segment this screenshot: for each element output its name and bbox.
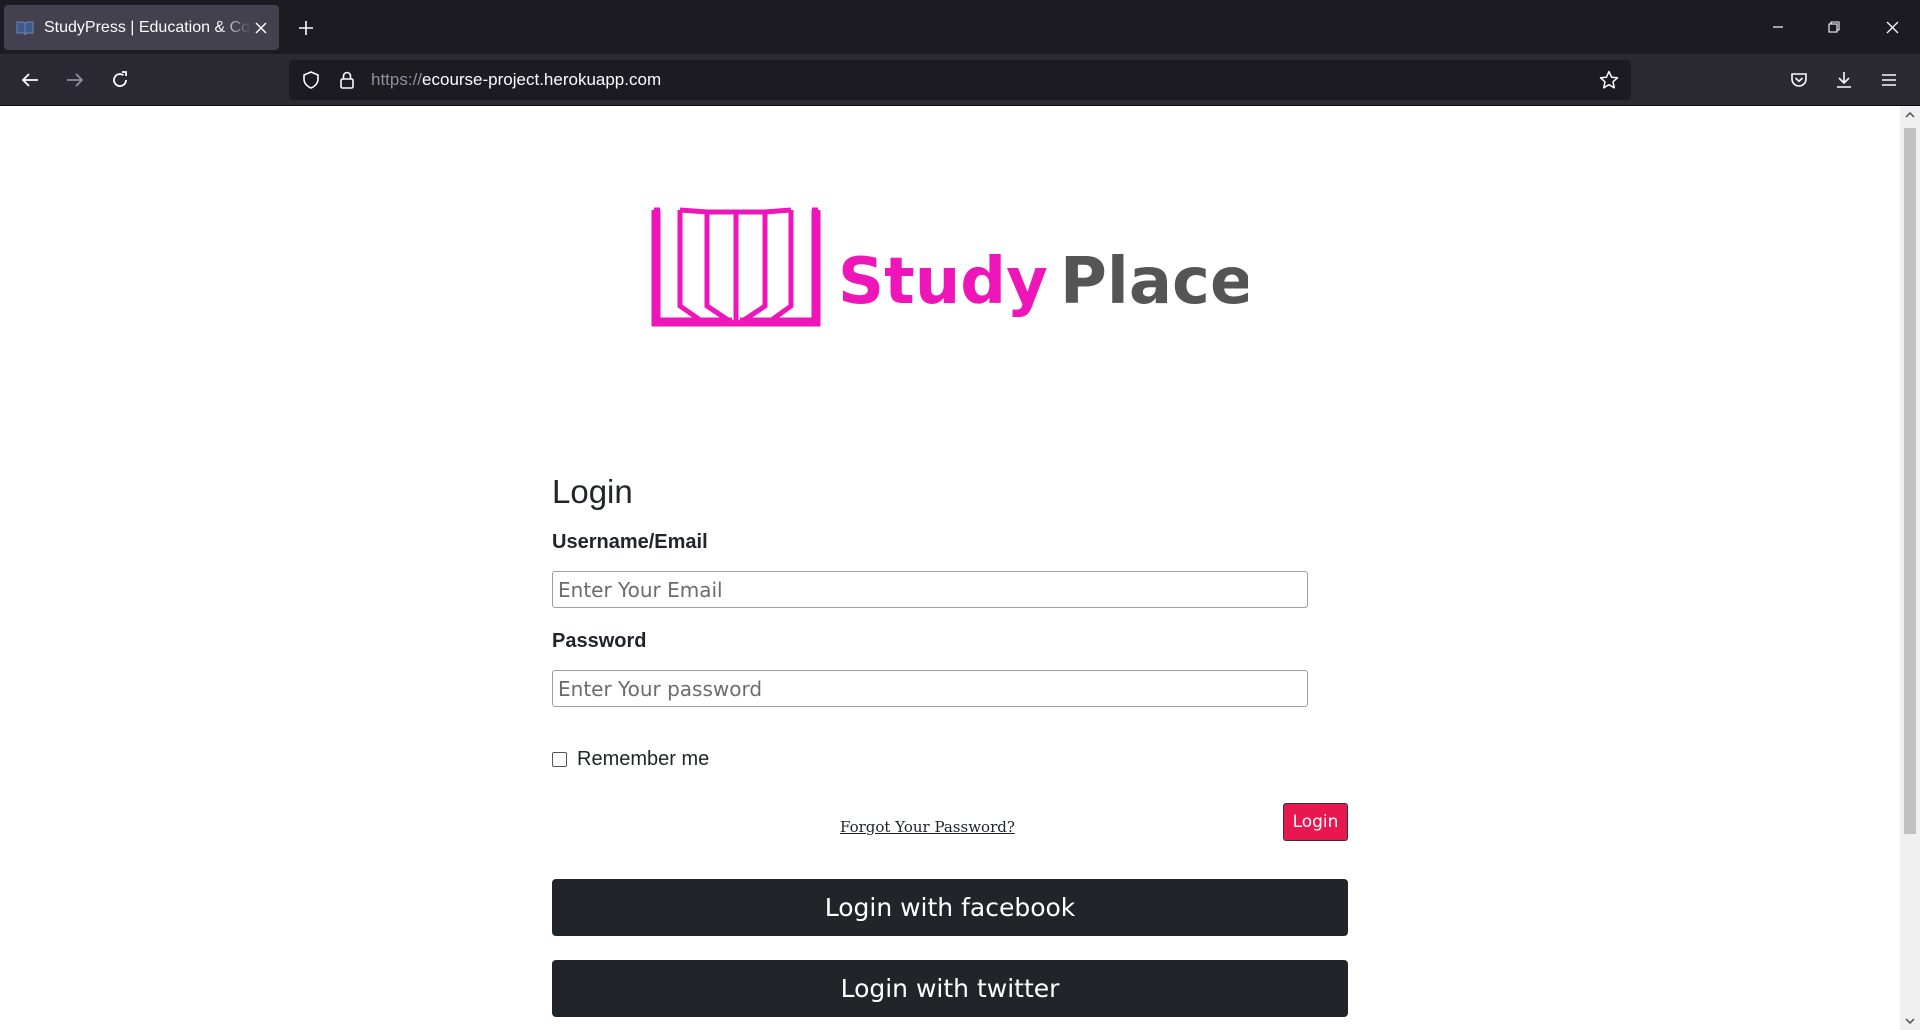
study-place-logo: Study Place [651,207,1248,327]
login-button[interactable]: Login [1283,803,1348,841]
tab-title: StudyPress | Education & Courses [44,18,251,36]
remember-me-checkbox[interactable] [552,752,567,767]
browser-nav-bar: https://ecourse-project.herokuapp.com [0,54,1920,106]
address-bar[interactable]: https://ecourse-project.herokuapp.com [289,60,1631,100]
logo-word-place: Place [1060,245,1248,319]
email-input[interactable] [552,571,1308,608]
shield-icon[interactable] [293,62,329,98]
close-tab-icon[interactable] [251,18,271,38]
remember-me[interactable]: Remember me [552,748,709,771]
back-icon[interactable] [12,62,48,98]
scroll-down-icon[interactable] [1900,1012,1920,1030]
forward-icon[interactable] [57,62,93,98]
reload-icon[interactable] [102,62,138,98]
star-bookmark-icon[interactable] [1591,62,1627,98]
login-heading: Login [552,473,633,510]
page-scrollbar[interactable] [1900,106,1920,1030]
scrollbar-thumb[interactable] [1904,128,1916,834]
new-tab-icon[interactable] [290,12,322,44]
scroll-up-icon[interactable] [1900,106,1920,124]
logo-word-study: Study [838,245,1048,319]
lock-icon[interactable] [329,62,365,98]
minimize-icon[interactable] [1750,0,1806,54]
open-book-icon [651,207,821,327]
password-label: Password [552,630,647,652]
browser-tab[interactable]: StudyPress | Education & Courses [4,5,279,50]
login-twitter-button[interactable]: Login with twitter [552,960,1348,1017]
login-facebook-button[interactable]: Login with facebook [552,879,1348,936]
password-input[interactable] [552,670,1308,707]
download-icon[interactable] [1826,62,1862,98]
url-text[interactable]: https://ecourse-project.herokuapp.com [371,70,661,90]
page-viewport: Study Place Login Username/Email Passwor… [0,106,1900,1030]
menu-icon[interactable] [1871,62,1907,98]
pocket-icon[interactable] [1781,62,1817,98]
username-label: Username/Email [552,531,708,553]
remember-me-label: Remember me [577,748,710,770]
forgot-password-link[interactable]: Forgot Your Password? [840,818,1015,836]
book-icon [16,19,36,37]
browser-tab-bar: StudyPress | Education & Courses [0,0,1920,54]
restore-icon[interactable] [1806,0,1862,54]
close-window-icon[interactable] [1864,0,1920,54]
